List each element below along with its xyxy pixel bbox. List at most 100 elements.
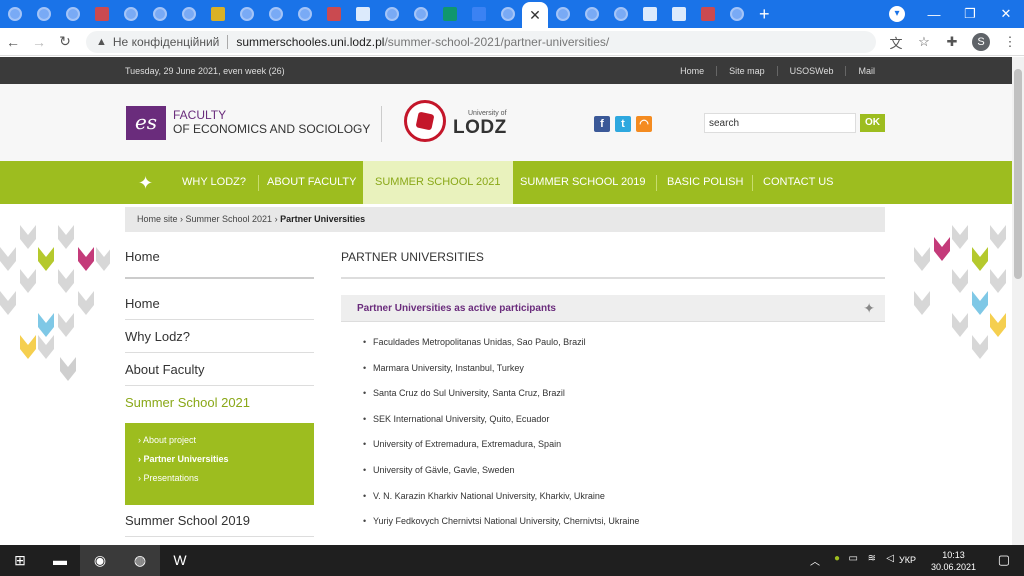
tab-favicon-icon (671, 7, 686, 21)
sidebar-item-summer-school-2021[interactable]: Summer School 2021 (125, 395, 250, 410)
top-link-mail[interactable]: Mail (845, 66, 887, 76)
facebook-icon[interactable]: f (594, 116, 610, 132)
search-input[interactable] (704, 113, 856, 133)
browser-tab[interactable] (58, 0, 87, 28)
sidebar-item-about-faculty[interactable]: About Faculty (125, 362, 205, 377)
sidebar-divider (125, 536, 314, 537)
browser-tab[interactable] (87, 0, 116, 28)
web-page: Tuesday, 29 June 2021, even week (26) Ho… (0, 57, 1012, 545)
restore-icon[interactable]: ❐ (952, 6, 988, 22)
faculty-name[interactable]: FACULTY OF ECONOMICS AND SOCIOLOGY (173, 108, 370, 136)
browser-tab[interactable] (548, 0, 577, 28)
twitter-icon[interactable]: t (615, 116, 631, 132)
tray-app-icon[interactable]: ● (834, 553, 840, 564)
security-label[interactable]: Не конфіденційний (113, 35, 219, 49)
breadcrumb-parent[interactable]: Summer School 2021 (186, 214, 273, 224)
search-ok-button[interactable]: OK (860, 114, 885, 132)
browser-tab[interactable] (145, 0, 174, 28)
browser-tab[interactable] (319, 0, 348, 28)
windows-taskbar: ⊞ ▬ ◉ ◍ W ︿ ● ▭ ≋ ◁ УКР 10:13 30.06.2021… (0, 545, 1024, 576)
browser-tab[interactable] (606, 0, 635, 28)
menu-kebab-icon[interactable]: ⋮ (996, 34, 1024, 50)
nav-contact-us[interactable]: CONTACT US (763, 161, 834, 204)
file-explorer-icon[interactable]: ▬ (40, 545, 80, 576)
browser-tab[interactable] (722, 0, 751, 28)
top-link-usosweb[interactable]: USOSWeb (776, 66, 846, 76)
breadcrumb-current: Partner Universities (280, 214, 366, 224)
new-tab-button[interactable]: + (759, 4, 770, 25)
submenu-item-partner-universities[interactable]: › Partner Universities (138, 450, 314, 469)
translate-icon[interactable]: 文 (882, 33, 910, 52)
active-tab-close-button[interactable]: ✕ (522, 2, 548, 28)
word-icon[interactable]: W (160, 545, 200, 576)
reload-icon[interactable]: ↻ (52, 33, 78, 50)
browser-tab[interactable] (232, 0, 261, 28)
url-text[interactable]: summerschooles.uni.lodz.pl/summer-school… (236, 35, 609, 49)
notifications-icon[interactable]: ▢ (998, 552, 1010, 568)
show-hidden-icons-chevron-icon[interactable]: ︿ (810, 553, 820, 568)
top-link-home[interactable]: Home (668, 66, 716, 76)
page-scrollbar[interactable] (1012, 57, 1024, 545)
browser-tab[interactable] (203, 0, 232, 28)
browser-tab[interactable] (693, 0, 722, 28)
browser-tab[interactable] (261, 0, 290, 28)
list-item: V. N. Karazin Kharkiv National Universit… (363, 488, 883, 514)
chrome-icon[interactable]: ◉ (80, 545, 120, 576)
sidebar-item-why-lodz[interactable]: Why Lodz? (125, 329, 190, 344)
wifi-icon[interactable]: ≋ (868, 553, 876, 564)
browser-tab[interactable] (635, 0, 664, 28)
sidebar-item-home[interactable]: Home (125, 296, 160, 311)
browser-tab[interactable] (577, 0, 606, 28)
rss-icon[interactable]: ◠ (636, 116, 652, 132)
browser-tab[interactable] (377, 0, 406, 28)
submenu-item-about-project[interactable]: › About project (138, 431, 314, 450)
sidebar-item-summer-school-2019[interactable]: Summer School 2019 (125, 513, 250, 528)
submenu-item-presentations[interactable]: › Presentations (138, 469, 314, 488)
volume-icon[interactable]: ◁ (886, 553, 894, 564)
browser-tab[interactable] (174, 0, 203, 28)
browser-tab[interactable] (348, 0, 377, 28)
gmail-favicon-icon (94, 7, 109, 21)
breadcrumb-home[interactable]: Home site (137, 214, 178, 224)
tab-search-chevron-icon[interactable]: ▾ (889, 6, 905, 22)
nav-summer-school-2021[interactable]: SUMMER SCHOOL 2021 (363, 161, 513, 204)
clock[interactable]: 10:13 30.06.2021 (931, 549, 976, 573)
star-logo-icon[interactable]: ✦ (138, 173, 153, 194)
browser-tab[interactable] (493, 0, 522, 28)
browser-tab[interactable] (116, 0, 145, 28)
spotify-icon[interactable]: ◍ (120, 545, 160, 576)
nav-basic-polish[interactable]: BASIC POLISH (667, 161, 743, 204)
browser-tab[interactable] (406, 0, 435, 28)
browser-tab[interactable] (435, 0, 464, 28)
university-name[interactable]: LODZ (453, 117, 507, 139)
university-seal-icon[interactable] (404, 100, 446, 142)
windows-start-icon[interactable]: ⊞ (0, 545, 40, 576)
minimize-icon[interactable]: — (916, 7, 952, 22)
clock-time: 10:13 (942, 550, 965, 560)
browser-tab[interactable] (464, 0, 493, 28)
scrollbar-thumb[interactable] (1014, 69, 1022, 279)
tab-favicon-icon (210, 7, 225, 21)
input-language[interactable]: УКР (899, 555, 916, 565)
extensions-puzzle-icon[interactable]: ✚ (938, 34, 966, 50)
nav-why-lodz[interactable]: WHY LODZ? (182, 161, 246, 204)
battery-icon[interactable]: ▭ (849, 553, 858, 564)
nav-summer-school-2019[interactable]: SUMMER SCHOOL 2019 (520, 161, 646, 204)
faculty-logo[interactable]: es (126, 106, 166, 140)
browser-tab[interactable] (0, 0, 29, 28)
top-link-sitemap[interactable]: Site map (716, 66, 777, 76)
browser-tab[interactable] (29, 0, 58, 28)
bookmark-star-icon[interactable]: ☆ (910, 34, 938, 50)
back-arrow-icon[interactable]: ← (0, 34, 26, 50)
forward-arrow-icon[interactable]: → (26, 34, 52, 50)
browser-tab[interactable] (290, 0, 319, 28)
window-close-icon[interactable]: ✕ (988, 6, 1024, 22)
warning-icon[interactable]: ▲ (96, 36, 107, 48)
tab-favicon-icon (123, 7, 138, 21)
address-bar[interactable]: ▲ Не конфіденційний summerschooles.uni.l… (86, 31, 876, 53)
nav-about-faculty[interactable]: ABOUT FACULTY (267, 161, 356, 204)
tab-favicon-icon (239, 7, 254, 21)
browser-tab[interactable] (664, 0, 693, 28)
profile-avatar[interactable]: S (972, 33, 990, 51)
close-icon[interactable]: ✕ (529, 7, 541, 24)
